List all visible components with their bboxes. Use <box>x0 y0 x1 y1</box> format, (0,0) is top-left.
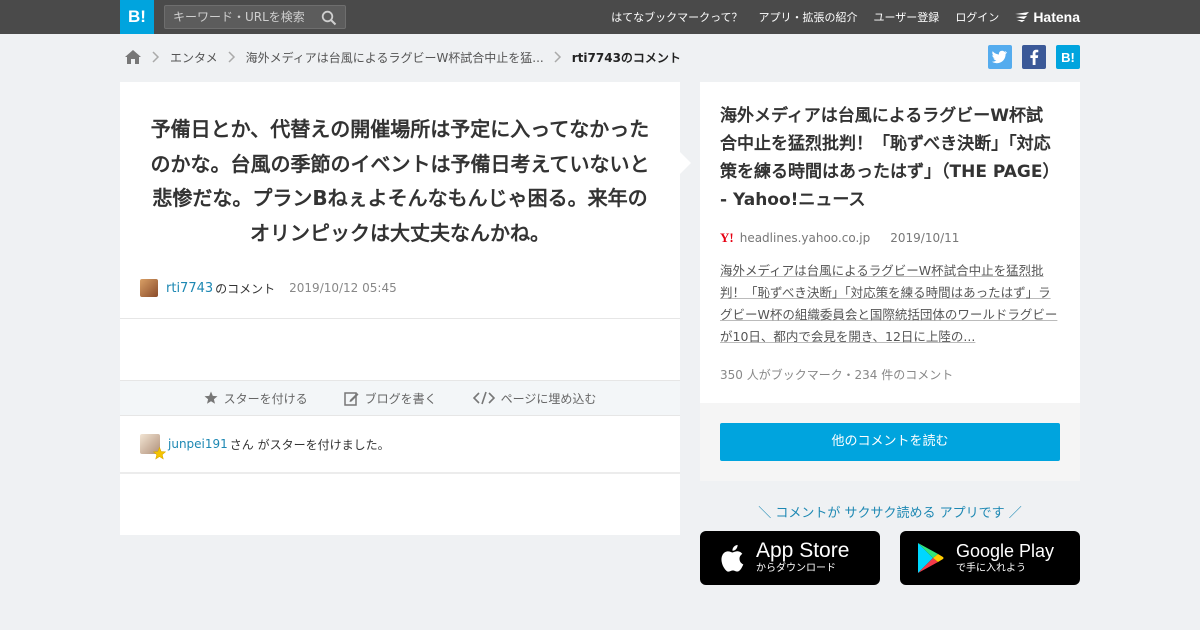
google-play-icon <box>918 543 944 573</box>
write-blog-button[interactable]: ブログを書く <box>343 390 437 407</box>
comment-date[interactable]: 2019/10/12 05:45 <box>289 281 397 295</box>
chevron-right-icon <box>554 51 561 63</box>
read-more-comments-button[interactable]: 他のコメントを読む <box>720 423 1060 461</box>
apple-icon <box>721 544 744 572</box>
hatena-share-button[interactable]: B! <box>1056 45 1080 69</box>
star-user-link[interactable]: junpei191 <box>168 437 228 451</box>
search-icon[interactable] <box>321 10 337 26</box>
bookmark-counts[interactable]: 350 人がブックマーク・234 件のコメント <box>720 366 1060 403</box>
hatena-brand-text: Hatena <box>1033 9 1080 25</box>
top-bar: B! はてなブックマークって？ アプリ・拡張の紹介 ユーザー登録 ログイン Ha… <box>0 0 1200 34</box>
comment-body: 予備日とか、代替えの開催場所は予定に入ってなかったのかな。台風の季節のイベントは… <box>150 117 650 245</box>
nav-about[interactable]: はてなブックマークって？ <box>611 9 742 25</box>
article-source: Y! headlines.yahoo.co.jp 2019/10/11 <box>720 230 1060 246</box>
add-star-button[interactable]: スターを付ける <box>204 390 308 407</box>
yahoo-logo-icon: Y! <box>720 230 734 245</box>
nav-signup[interactable]: ユーザー登録 <box>874 9 940 25</box>
star-text: さん がスターを付けました。 <box>229 437 390 452</box>
embed-label: ページに埋め込む <box>500 391 597 406</box>
breadcrumb-category[interactable]: エンタメ <box>170 49 218 66</box>
card-pointer <box>680 152 691 174</box>
article-title[interactable]: 海外メディアは台風によるラグビーW杯試合中止を猛烈批判！「恥ずべき決断」「対応策… <box>720 102 1060 214</box>
comment-meta: rti7743 のコメント 2019/10/12 05:45 <box>120 278 680 298</box>
article-domain[interactable]: headlines.yahoo.co.jp <box>740 231 871 245</box>
article-card: 海外メディアは台風によるラグビーW杯試合中止を猛烈批判！「恥ずべき決断」「対応策… <box>700 82 1080 481</box>
chevron-right-icon <box>228 51 235 63</box>
add-star-label: スターを付ける <box>223 391 308 406</box>
breadcrumb: エンタメ 海外メディアは台風によるラグビーW杯試合中止を猛... rti7743… <box>124 46 681 68</box>
article-excerpt: 海外メディアは台風によるラグビーW杯試合中止を猛烈批判！「恥ずべき決断」「対応策… <box>720 263 1058 344</box>
star-badge-icon <box>153 447 166 460</box>
hatena-brand[interactable]: Hatena <box>1015 9 1080 25</box>
home-icon[interactable] <box>124 49 142 65</box>
avatar[interactable] <box>140 434 166 460</box>
hatena-wing-icon <box>1015 12 1030 22</box>
edit-icon <box>343 391 359 406</box>
search-box <box>164 5 346 29</box>
breadcrumb-article[interactable]: 海外メディアは台風によるラグビーW杯試合中止を猛... <box>246 49 544 66</box>
facebook-share-button[interactable] <box>1022 45 1046 69</box>
hatena-bookmark-logo[interactable]: B! <box>120 0 154 34</box>
avatar[interactable] <box>140 279 158 297</box>
google-play-title: Google Play <box>956 541 1055 561</box>
app-store-subtitle: からダウンロード <box>756 563 836 574</box>
search-input[interactable] <box>165 6 315 28</box>
google-play-subtitle: で手に入れよう <box>956 563 1026 574</box>
nav-login[interactable]: ログイン <box>955 9 999 25</box>
twitter-icon <box>992 50 1007 64</box>
app-promo-tagline: ＼ コメントが サクサク読める アプリです ／ <box>758 506 1022 521</box>
star-icon <box>204 391 218 404</box>
comment-user-suffix: のコメント <box>215 281 276 296</box>
chevron-right-icon <box>152 51 160 63</box>
app-store-button[interactable]: App Store からダウンロード <box>700 531 880 585</box>
comment-card: 予備日とか、代替えの開催場所は予定に入ってなかったのかな。台風の季節のイベントは… <box>120 82 680 535</box>
code-icon <box>472 391 495 405</box>
google-play-button[interactable]: Google Play で手に入れよう <box>900 531 1080 585</box>
comment-actions: スターを付ける ブログを書く ページに埋め込む <box>120 380 680 416</box>
app-store-title: App Store <box>756 539 850 562</box>
twitter-share-button[interactable] <box>988 45 1012 69</box>
header-nav: はてなブックマークって？ アプリ・拡張の紹介 ユーザー登録 ログイン Haten… <box>595 0 1080 34</box>
article-date: 2019/10/11 <box>890 231 960 245</box>
nav-apps[interactable]: アプリ・拡張の紹介 <box>759 9 858 25</box>
embed-button[interactable]: ページに埋め込む <box>472 390 597 407</box>
breadcrumb-current: rti7743のコメント <box>571 50 681 65</box>
comment-user-link[interactable]: rti7743 <box>166 281 213 296</box>
facebook-icon <box>1030 49 1039 65</box>
social-share: B! <box>978 45 1080 69</box>
star-list: junpei191 さん がスターを付けました。 <box>120 416 680 474</box>
write-blog-label: ブログを書く <box>364 391 437 406</box>
